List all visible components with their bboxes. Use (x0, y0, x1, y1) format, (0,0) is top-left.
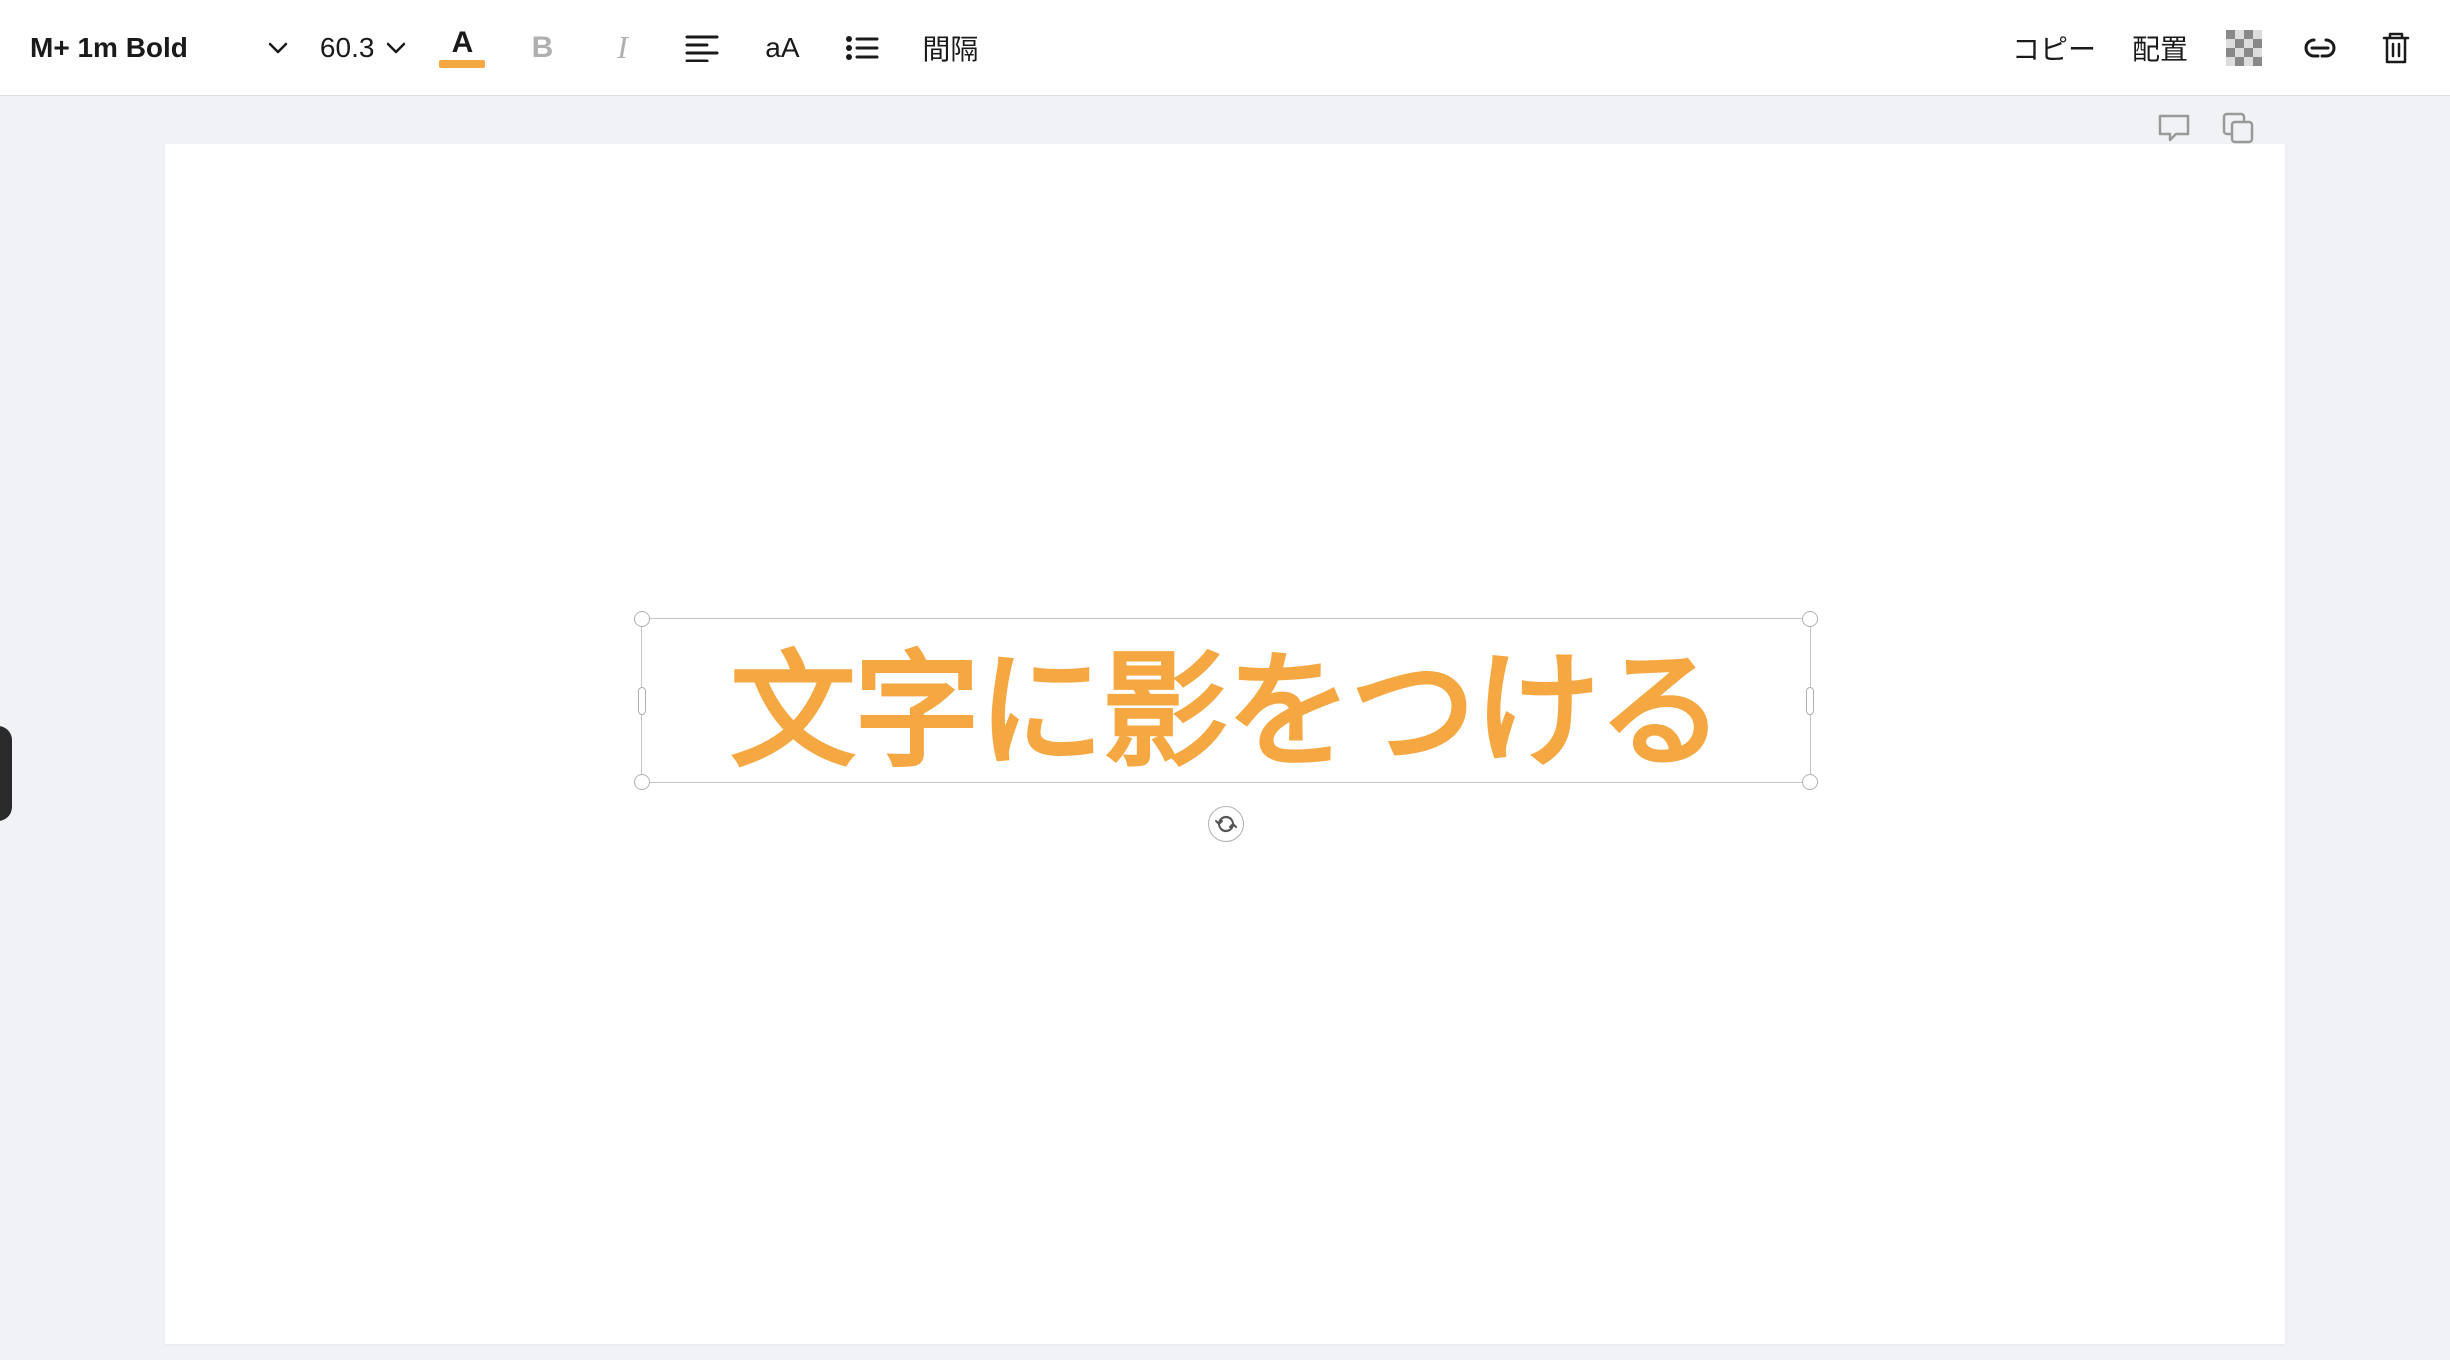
copy-button[interactable]: コピー (2008, 22, 2100, 74)
text-element[interactable]: 文字に影をつける (641, 618, 1811, 783)
text-color-letter: A (452, 28, 474, 58)
rotate-handle[interactable] (1208, 806, 1244, 842)
copy-label: コピー (2012, 34, 2096, 65)
font-name-label: M+ 1m Bold (30, 32, 188, 64)
text-align-button[interactable] (678, 24, 726, 72)
duplicate-icon (2221, 111, 2255, 145)
chevron-down-icon (268, 38, 288, 58)
side-panel-tab[interactable] (0, 726, 12, 821)
chevron-down-icon (386, 38, 406, 58)
position-button[interactable]: 配置 (2128, 22, 2192, 74)
text-content[interactable]: 文字に影をつける (641, 618, 1811, 783)
text-toolbar: M+ 1m Bold 60.3 A B I (0, 0, 2450, 96)
canvas-area: 文字に影をつける (0, 96, 2450, 1360)
transparency-icon (2226, 30, 2262, 66)
font-size-selector[interactable]: 60.3 (320, 32, 407, 64)
delete-button[interactable] (2372, 24, 2420, 72)
transparency-button[interactable] (2220, 24, 2268, 72)
bold-label: B (532, 31, 554, 65)
list-button[interactable] (838, 24, 886, 72)
design-canvas[interactable]: 文字に影をつける (165, 144, 2285, 1344)
italic-label: I (617, 29, 628, 66)
toolbar-right-group: コピー 配置 (2008, 22, 2420, 74)
comment-icon (2156, 112, 2192, 144)
link-button[interactable] (2296, 24, 2344, 72)
font-family-selector[interactable]: M+ 1m Bold (30, 32, 288, 64)
spacing-label: 間隔 (922, 34, 978, 65)
text-color-button[interactable]: A (438, 28, 486, 68)
bold-button[interactable]: B (518, 24, 566, 72)
trash-icon (2380, 30, 2412, 66)
case-button[interactable]: aA (758, 24, 806, 72)
toolbar-left-group: M+ 1m Bold 60.3 A B I (30, 22, 982, 74)
italic-button[interactable]: I (598, 24, 646, 72)
text-color-swatch (439, 60, 485, 68)
spacing-button[interactable]: 間隔 (918, 22, 982, 74)
font-size-value: 60.3 (320, 32, 375, 64)
list-icon (845, 34, 879, 62)
position-label: 配置 (2132, 34, 2188, 65)
link-icon (2300, 36, 2340, 60)
align-left-icon (685, 34, 719, 62)
case-label: aA (765, 32, 799, 64)
rotate-icon (1215, 813, 1237, 835)
